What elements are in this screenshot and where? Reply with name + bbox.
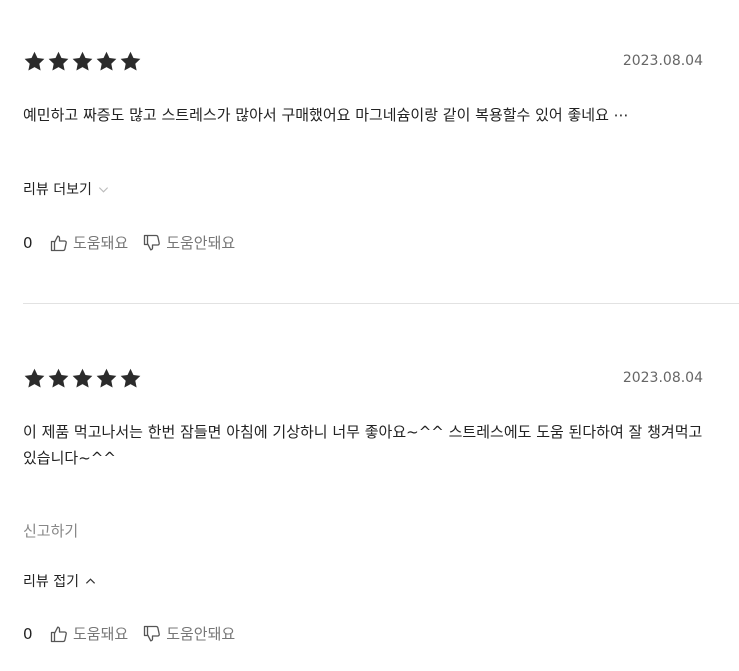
helpful-button[interactable]: 도움돼요: [49, 232, 128, 253]
star-icon: [71, 50, 94, 73]
unhelpful-label: 도움안돼요: [166, 234, 236, 252]
reaction-bar: 0 도움돼요 도움안돼요: [23, 232, 249, 253]
star-icon: [95, 50, 118, 73]
review-collapse-button[interactable]: 리뷰 접기: [23, 571, 96, 591]
unhelpful-label: 도움안돼요: [166, 625, 236, 643]
reaction-bar: 0 도움돼요 도움안돼요: [23, 623, 249, 644]
helpful-label: 도움돼요: [73, 625, 129, 643]
helpful-count: 0: [23, 624, 33, 643]
review-divider: [23, 303, 739, 304]
helpful-count: 0: [23, 233, 33, 252]
thumbs-up-icon: [49, 233, 69, 253]
star-icon: [47, 367, 70, 390]
star-icon: [119, 50, 142, 73]
review-text: 예민하고 짜증도 많고 스트레스가 많아서 구매했어요 마그네슘이랑 같이 복용…: [23, 106, 629, 124]
review-date: 2023.08.04: [622, 370, 703, 386]
helpful-label: 도움돼요: [73, 234, 129, 252]
report-link[interactable]: 신고하기: [23, 520, 78, 541]
thumbs-up-icon: [49, 624, 69, 644]
star-rating: [23, 367, 142, 390]
star-rating: [23, 50, 142, 73]
star-icon: [71, 367, 94, 390]
unhelpful-button[interactable]: 도움안돼요: [142, 623, 235, 644]
star-icon: [119, 367, 142, 390]
star-icon: [23, 367, 46, 390]
helpful-button[interactable]: 도움돼요: [49, 623, 128, 644]
star-icon: [23, 50, 46, 73]
review-text: 이 제품 먹고나서는 한번 잠들면 아침에 기상하니 너무 좋아요~^^ 스트레…: [23, 423, 703, 467]
star-icon: [95, 367, 118, 390]
review-expand-label: 리뷰 더보기: [23, 182, 92, 198]
star-icon: [47, 50, 70, 73]
chevron-up-icon: [85, 576, 96, 587]
review-expand-button[interactable]: 리뷰 더보기: [23, 179, 109, 199]
thumbs-down-icon: [142, 624, 162, 644]
thumbs-down-icon: [142, 233, 162, 253]
review-collapse-label: 리뷰 접기: [23, 574, 79, 590]
review-date: 2023.08.04: [622, 53, 703, 69]
chevron-down-icon: [98, 184, 109, 195]
unhelpful-button[interactable]: 도움안돼요: [142, 232, 235, 253]
